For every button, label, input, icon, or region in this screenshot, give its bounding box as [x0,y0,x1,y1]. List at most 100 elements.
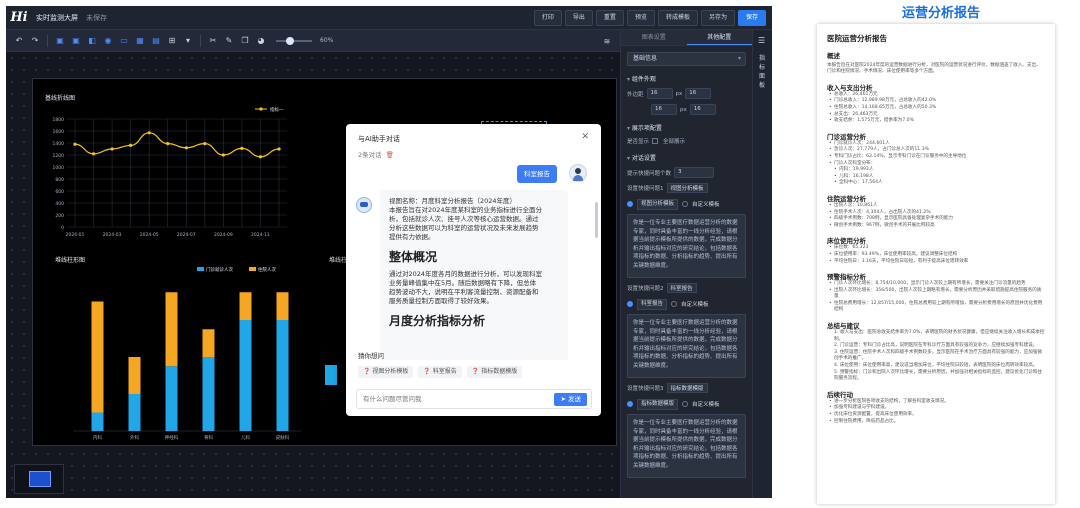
template-select[interactable]: 科室报告 [637,298,668,310]
trash-icon[interactable]: 🗑 [386,151,394,159]
line-chart[interactable]: 0 200 400 600 800 1000 1200 1400 1600 1800 2024-01… [39,103,294,243]
close-icon[interactable]: ✕ [581,132,589,142]
bar-segment [91,412,104,431]
user-message: 科室报告 [517,165,557,183]
align-icon[interactable]: ◧ [85,34,99,48]
image-icon[interactable]: ▦ [133,34,147,48]
bot-text: 业务量峰值集中在5月。随后数据略有下降，但总体 [389,279,537,287]
reset-button[interactable]: 重置 [595,10,624,26]
y-tick-label: 1800 [53,117,65,123]
x-tick-label: 骨科 [204,434,213,441]
redo-icon[interactable]: ↷ [28,34,42,48]
custom-radio[interactable] [682,201,689,207]
x-tick-label: 2024-01 [66,232,85,238]
zoom-slider-knob[interactable] [286,36,294,45]
question-1-tag[interactable]: 视图分析模板 [666,183,708,193]
padding-left-input[interactable]: 16 [689,104,716,115]
layer-up-icon[interactable]: ▣ [53,34,67,48]
minimap-viewport[interactable] [29,471,51,487]
template-radio[interactable] [627,201,633,207]
zoom-value: 60% [320,37,334,44]
brush-icon[interactable]: ✎ [222,34,236,48]
question-2-tag[interactable]: 科室报告 [666,283,697,293]
y-tick-label: 1400 [53,141,65,147]
template-radio[interactable] [627,301,633,307]
copy-icon[interactable]: ❐ [238,34,252,48]
monitor-icon[interactable]: ▭ [117,34,131,48]
chevron-down-icon[interactable]: ▾ [181,34,195,48]
section-list: 门诊人次环比增长：8,754/10,000，显示门诊人次较上期有所增长，需要关注… [827,281,1045,314]
indicator-panel-tab[interactable]: 指标面板 [759,54,767,90]
legend-swatch [197,267,204,271]
template-textarea-2[interactable]: 你是一位专业主要医疗数据运营分析的数据专家，同时具备丰富的一线分析经验，请根据当… [627,314,746,378]
send-button[interactable]: ➤ 发送 [554,393,587,406]
x-tick-label: 2024-07 [177,232,196,238]
padding-row-2: 16 px 16 [627,104,746,115]
padding-top-input[interactable]: 16 [646,88,673,99]
chat-input[interactable] [363,393,533,405]
list-item: 5. 预警指标：门诊和出院人次环比增长，需要分析原因，并加强对相关指标的监控，建… [834,369,1042,382]
section-list: 总收入：26,461万元门诊总收入：12,989.98万元，占总收入的42.0%… [827,92,1045,125]
list-item: 门诊总收入：12,989.98万元，占总收入的42.0% [827,98,1045,105]
list-item: 平均住院日：3.16天，平均住院日较短，有利于提高床位周转效率 [827,259,1045,266]
question-3-tag[interactable]: 指标数据模版 [666,383,708,393]
custom-radio[interactable] [682,401,689,407]
suggestion-chip[interactable]: ❓ 视图分析模板 [358,366,414,378]
layers-icon[interactable]: ≋ [600,34,614,48]
suggestion-chip[interactable]: ❓ 科室报告 [418,366,462,378]
x-tick-label: 儿科 [241,434,250,441]
section-dialog[interactable]: 对话设置 [621,153,752,162]
y-tick-label: 200 [55,213,64,219]
list-item: 住院总费用增长：12,857/15,000，住院总费用较上期有所增加，需要分析费… [827,301,1045,314]
export-button[interactable]: 导出 [564,10,593,26]
bot-heading: 整体概况 [389,250,438,264]
preview-button[interactable]: 预览 [626,10,655,26]
section-list: 门诊就诊人次：244,601人急诊人次：27,779人，占门诊总人次的11.3%… [827,141,1045,167]
save-button[interactable]: 保存 [737,10,766,26]
section-heading: 住院运营分析 [827,194,866,203]
question-count-select[interactable]: 3 [674,167,715,178]
tools-icon[interactable]: ✂ [206,34,220,48]
chat-scrollbar[interactable] [595,202,598,238]
list-item: 出院人次：10,861人 [827,203,1045,210]
grid-icon[interactable]: ⊞ [165,34,179,48]
zoom-slider[interactable] [276,36,312,45]
tab-chart-settings[interactable]: 图表设置 [621,30,687,45]
section-display[interactable]: 展示项配置 [621,123,752,132]
menu-icon[interactable]: ☰ [758,36,765,45]
chat-messages[interactable]: 科室报告 视图名称：月度科室分析报告（2024年度） 本报告旨在对2024年度某… [346,160,601,360]
stacked-bar-chart[interactable]: 门诊就诊人次 住院人次内科 外科 神经科 骨科 儿科 皮肤科 [39,263,309,445]
template-textarea-3[interactable]: 你是一位专业主要医疗数据运营分析的数据专家，同时具备丰富的一线分析经验，请根据当… [627,414,746,478]
report-heading: 运营分析报告 [902,6,981,21]
x-tick-label: 2024-09 [214,232,233,238]
to-template-button[interactable]: 转成模板 [657,10,698,26]
template-select[interactable]: 指标数据模版 [637,398,679,410]
save-as-button[interactable]: 另存为 [700,10,735,26]
padding-right-input[interactable]: 16 [685,88,712,99]
undo-icon[interactable]: ↶ [12,34,26,48]
bot-text: 视图名称：月度科室分析报告（2024年度） [389,197,517,205]
palette-icon[interactable]: ◕ [254,34,268,48]
user-component-icon[interactable]: ◉ [101,34,115,48]
template-textarea-1[interactable]: 你是一位专业主要医疗数据运营分析的数据专家，同时具备丰富的一线分析经验，请根据当… [627,214,746,278]
tab-other-config[interactable]: 其他配置 [686,30,752,45]
layer-down-icon[interactable]: ▣ [69,34,83,48]
ai-chat-dialog: 与AI助手对话 2条对话 🗑 ✕ 科室报告 视图名称：月度科室分析报告（2024年… [346,124,601,416]
bot-text: 趋势波动不大，说明在平利客流量控制、资源配备和 [389,288,539,296]
list-item: 1. 收入与支出：医院总收支结余率为7.0%，表明医院的财务状况健康，但应继续关… [834,330,1045,342]
series-line [74,132,280,158]
suggestion-chip[interactable]: ❓ 指标数据模版 [466,366,523,378]
padding-bottom-input[interactable]: 16 [651,104,677,115]
template-select[interactable]: 视图分析模板 [637,198,679,210]
question-1-text: 设置快捷问题1 [627,186,664,192]
section-appearance[interactable]: 组件外观 [621,74,752,83]
bar-segment [128,357,141,394]
basic-info-select[interactable]: 基础信息 [627,52,746,66]
minimap[interactable] [14,464,64,494]
print-button[interactable]: 打印 [533,10,562,26]
custom-radio[interactable] [671,301,678,307]
template-radio[interactable] [627,401,633,407]
list-item: 3. 住院运营：住院手术人次和四级手术例数较多，显示医院在手术治疗方面具有较强的… [834,349,1042,362]
table-icon[interactable]: ▤ [149,34,163,48]
show-all-checkbox[interactable] [652,138,659,144]
